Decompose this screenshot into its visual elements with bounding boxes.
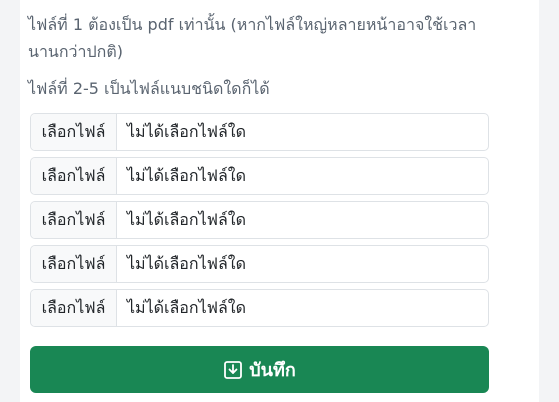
file-input-4[interactable]: เลือกไฟล์ ไม่ได้เลือกไฟล์ใด <box>30 245 489 283</box>
file-input-1[interactable]: เลือกไฟล์ ไม่ได้เลือกไฟล์ใด <box>30 113 489 151</box>
file-status-text: ไม่ได้เลือกไฟล์ใด <box>127 297 246 317</box>
file-status-text: ไม่ได้เลือกไฟล์ใด <box>127 253 246 273</box>
file-status-text: ไม่ได้เลือกไฟล์ใด <box>127 209 246 229</box>
file-status-text: ไม่ได้เลือกไฟล์ใด <box>127 165 246 185</box>
choose-file-button[interactable]: เลือกไฟล์ <box>31 158 117 194</box>
choose-file-button[interactable]: เลือกไฟล์ <box>31 246 117 282</box>
choose-file-button[interactable]: เลือกไฟล์ <box>31 202 117 238</box>
file1-note-continued: นานกว่าปกติ) <box>28 42 123 61</box>
save-download-icon <box>223 360 243 380</box>
choose-file-button[interactable]: เลือกไฟล์ <box>31 114 117 150</box>
file-status-text: ไม่ได้เลือกไฟล์ใด <box>127 121 246 141</box>
choose-file-button[interactable]: เลือกไฟล์ <box>31 290 117 326</box>
save-button-label: บันทึก <box>249 360 296 381</box>
file1-note: ไฟล์ที่ 1 ต้องเป็น pdf เท่านั้น (หากไฟล์… <box>28 15 477 34</box>
file-input-2[interactable]: เลือกไฟล์ ไม่ได้เลือกไฟล์ใด <box>30 157 489 195</box>
file2-5-note: ไฟล์ที่ 2-5 เป็นไฟล์แนบชนิดใดก็ได้ <box>28 79 270 98</box>
save-button[interactable]: บันทึก <box>30 346 489 393</box>
file-input-5[interactable]: เลือกไฟล์ ไม่ได้เลือกไฟล์ใด <box>30 289 489 327</box>
file-input-3[interactable]: เลือกไฟล์ ไม่ได้เลือกไฟล์ใด <box>30 201 489 239</box>
